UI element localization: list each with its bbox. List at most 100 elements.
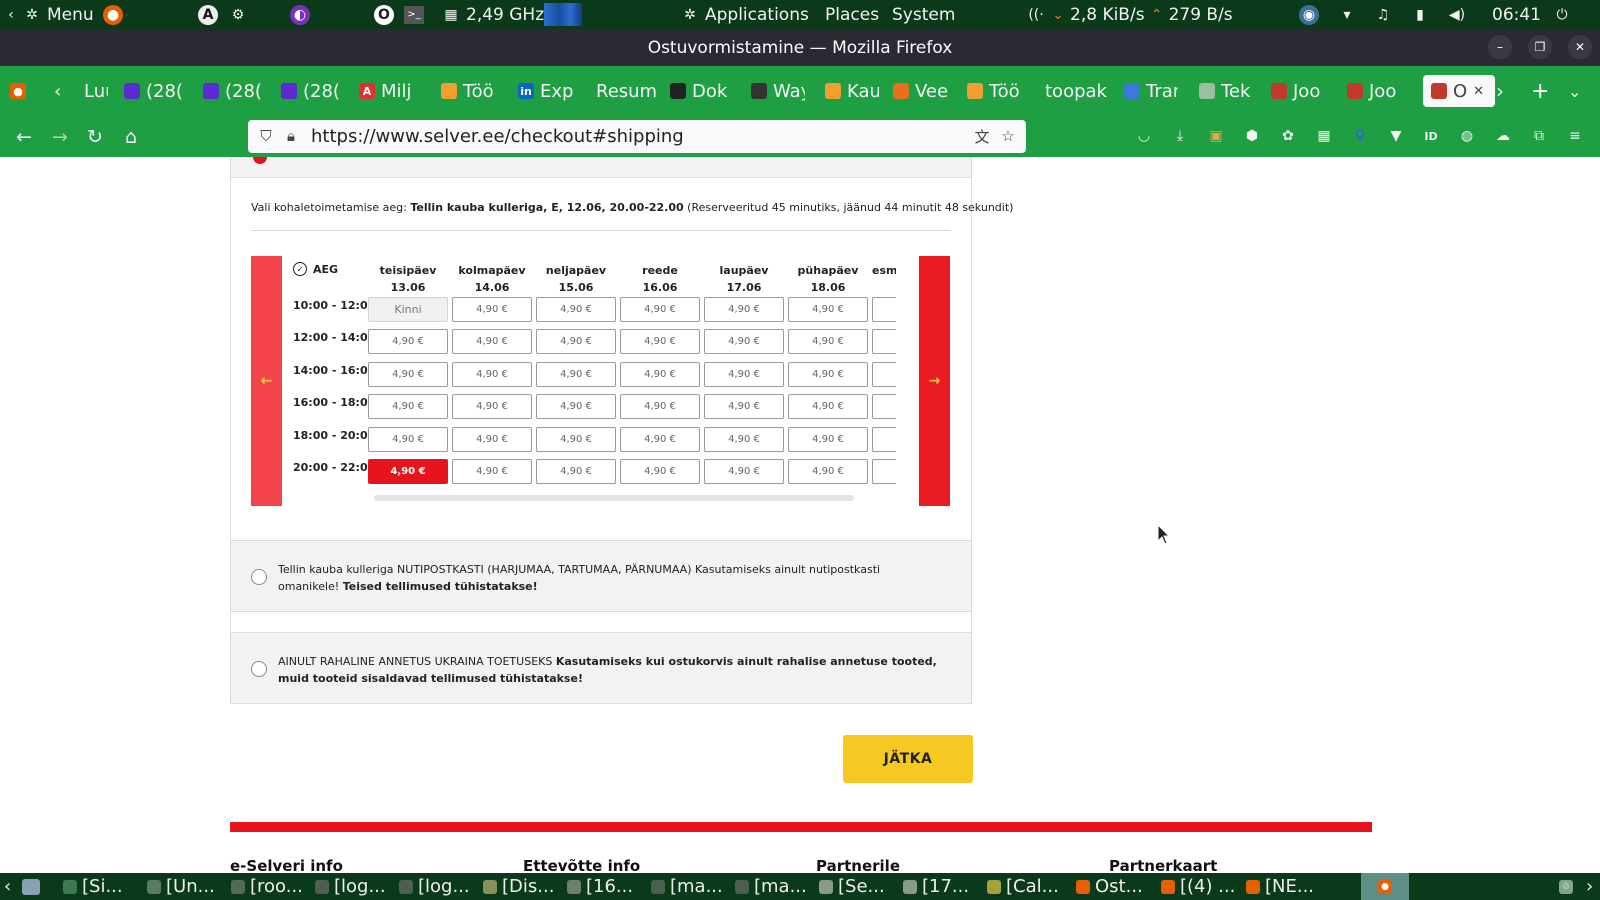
taskbar-window-button[interactable]: [NE... (1246, 873, 1346, 900)
taskbar-window-button[interactable]: Ost... (1076, 873, 1158, 900)
close-tab-icon[interactable]: ✕ (1473, 84, 1484, 99)
taskbar-scroll-left[interactable]: ‹ (4, 873, 16, 900)
main-menu-button[interactable]: ✲ Menu (22, 0, 94, 29)
delivery-slot-button[interactable]: 4,90 € (368, 329, 448, 355)
taskbar-window-button[interactable]: [log... (399, 873, 481, 900)
delivery-slot-button[interactable] (872, 361, 896, 387)
launcher-a-icon[interactable]: A (198, 0, 218, 29)
delivery-slot-button[interactable]: 4,90 € (536, 361, 616, 387)
delivery-slot-button[interactable]: 4,90 € (788, 297, 868, 322)
firefox-view-button[interactable]: ● (10, 75, 34, 107)
extension-puzzle-gray-icon[interactable]: ✿ (1278, 126, 1298, 146)
next-days-button[interactable]: → (919, 256, 950, 506)
tabs-scroll-right[interactable]: › (1496, 75, 1520, 107)
menu-places[interactable]: Places (825, 0, 879, 29)
back-button[interactable]: ← (11, 124, 37, 150)
delivery-slot-button[interactable]: 4,90 € (788, 459, 868, 484)
tracking-shield-icon[interactable]: ⛉ (256, 126, 276, 146)
menu-applications[interactable]: ✲ Applications (680, 0, 809, 29)
delivery-slot-button[interactable]: 4,90 € (620, 297, 700, 322)
settings-gears-icon[interactable]: ⚙ (228, 0, 248, 29)
tab-10[interactable]: Kau (825, 75, 879, 107)
taskbar-window-button[interactable]: [roo... (231, 873, 313, 900)
delivery-slot-button[interactable]: 4,90 € (368, 394, 448, 420)
app-menu-icon[interactable]: ≡ (1565, 126, 1585, 146)
podcast-app-icon[interactable]: ◐ (290, 0, 310, 29)
tab-5[interactable]: Töö (441, 75, 497, 107)
ublock-icon[interactable]: ⬢ (1242, 126, 1262, 146)
home-button[interactable]: ⌂ (118, 124, 144, 150)
selected-radio-icon[interactable] (253, 157, 267, 164)
prev-days-button[interactable]: ← (251, 256, 282, 506)
delivery-slot-button[interactable]: 4,90 € (788, 361, 868, 387)
delivery-slot-button[interactable]: 4,90 € (620, 394, 700, 420)
delivery-slot-button[interactable]: 4,90 € (704, 329, 784, 355)
new-tab-button[interactable]: + (1531, 75, 1555, 107)
tab-3[interactable]: (28( (281, 75, 349, 107)
tab-14[interactable]: Trar (1124, 75, 1178, 107)
donation-radio[interactable] (251, 661, 267, 677)
parcel-locker-radio[interactable] (251, 569, 267, 585)
translate-icon[interactable]: 文 (972, 126, 992, 146)
delivery-slot-button[interactable]: 4,90 € (536, 329, 616, 355)
taskbar-scroll-right[interactable]: › (1586, 873, 1598, 900)
taskbar-window-button[interactable]: [log... (315, 873, 397, 900)
extensions-icon[interactable]: ⧉ (1529, 126, 1549, 146)
delivery-slot-button[interactable]: 4,90 € (368, 459, 448, 484)
tab-6[interactable]: in Exp (518, 75, 574, 107)
list-all-tabs-button[interactable]: ⌄ (1568, 75, 1592, 107)
delivery-slot-button[interactable]: 4,90 € (536, 297, 616, 322)
minimize-button[interactable]: – (1488, 35, 1512, 59)
delivery-slot-button[interactable]: 4,90 € (704, 361, 784, 387)
taskbar-window-button[interactable]: [ma... (735, 873, 817, 900)
terminal-launcher-icon[interactable]: >_ (404, 0, 424, 29)
tab-15[interactable]: Tek (1199, 75, 1255, 107)
menu-system[interactable]: System (892, 0, 955, 29)
delivery-slot-button[interactable]: 4,90 € (452, 426, 532, 452)
delivery-slot-button[interactable]: 4,90 € (452, 459, 532, 484)
tab-2[interactable]: (28( (203, 75, 271, 107)
forward-button[interactable]: → (47, 124, 73, 150)
tab-11[interactable]: Vee (893, 75, 951, 107)
tab-12[interactable]: Töö (967, 75, 1023, 107)
continue-button[interactable]: JÄTKA (843, 735, 973, 783)
delivery-slot-button[interactable]: 4,90 € (620, 361, 700, 387)
taskbar-window-button[interactable]: [17... (903, 873, 985, 900)
delivery-slot-button[interactable]: 4,90 € (788, 329, 868, 355)
url-text[interactable]: https://www.selver.ee/checkout#shipping (311, 126, 684, 147)
taskbar-window-button[interactable]: [(4) ... (1161, 873, 1243, 900)
tab-1[interactable]: (28( (124, 75, 192, 107)
tab-16[interactable]: Joo (1271, 75, 1325, 107)
horizontal-scrollbar[interactable] (374, 495, 854, 501)
show-desktop-button[interactable] (22, 873, 44, 900)
delivery-slot-button[interactable]: 4,90 € (620, 459, 700, 484)
close-window-button[interactable]: ✕ (1568, 35, 1592, 59)
delivery-slot-button[interactable]: 4,90 € (704, 426, 784, 452)
delivery-slot-button[interactable]: 4,90 € (452, 329, 532, 355)
battery-icon[interactable]: ▮ (1410, 0, 1430, 29)
delivery-slot-button[interactable]: 4,90 € (452, 297, 532, 322)
tab-9[interactable]: Way (751, 75, 805, 107)
link-extension-icon[interactable]: ⚲ (1350, 126, 1370, 146)
delivery-slot-button[interactable]: 4,90 € (704, 394, 784, 420)
delivery-slot-button[interactable]: 4,90 € (536, 426, 616, 452)
delivery-slot-button[interactable] (872, 426, 896, 452)
tab-8[interactable]: Dok (670, 75, 730, 107)
tab-17[interactable]: Joo (1347, 75, 1401, 107)
wifi-icon[interactable]: ▾ (1337, 0, 1357, 29)
downloads-icon[interactable]: ⤓ (1170, 126, 1190, 146)
taskbar-firefox-active[interactable]: ● (1361, 873, 1409, 900)
delivery-slot-button[interactable]: 4,90 € (452, 361, 532, 387)
calendar-extension-icon[interactable]: ▦ (1314, 126, 1334, 146)
bookmark-star-icon[interactable]: ☆ (998, 126, 1018, 146)
lock-icon[interactable]: 🔒︎ (281, 126, 301, 146)
delivery-slot-button[interactable] (872, 459, 896, 484)
taskbar-window-button[interactable]: [Se... (819, 873, 901, 900)
delivery-slot-button[interactable]: 4,90 € (788, 426, 868, 452)
donation-option[interactable]: AINULT RAHALINE ANNETUS UKRAINA TOETUSEK… (230, 632, 972, 704)
delivery-slot-button[interactable]: 4,90 € (704, 297, 784, 322)
delivery-slot-button[interactable]: 4,90 € (368, 361, 448, 387)
taskbar-window-button[interactable]: [Si... (63, 873, 145, 900)
power-icon[interactable]: ⏻ (1552, 0, 1572, 29)
cloud-extension-icon[interactable]: ☁ (1493, 126, 1513, 146)
